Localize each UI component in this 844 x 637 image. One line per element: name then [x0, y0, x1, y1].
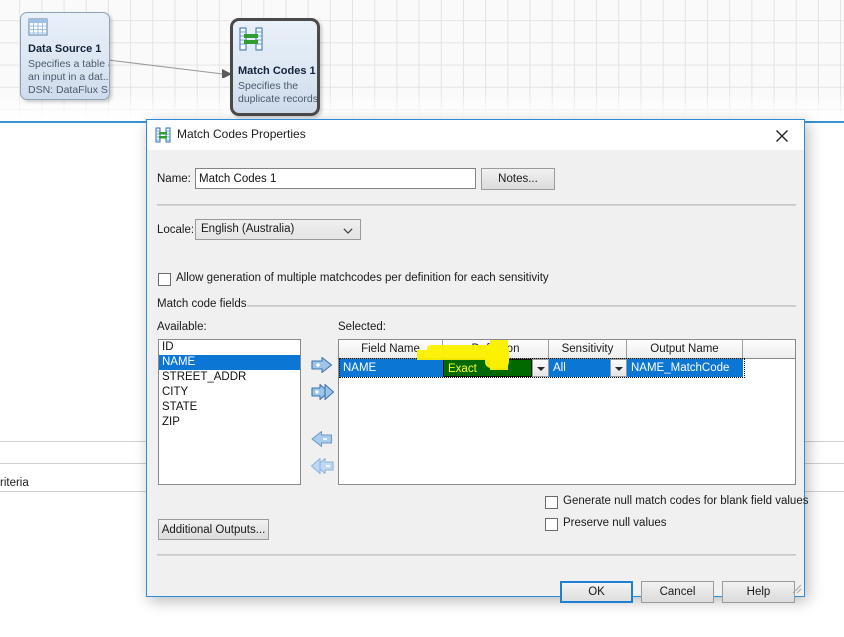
table-row[interactable]: NAME Exact All NAME_MatchCode	[339, 359, 743, 377]
checkbox-label: Generate null match codes for blank fiel…	[563, 495, 809, 507]
checkbox-box	[545, 496, 558, 509]
arrow-left-minus-icon	[311, 430, 333, 448]
list-item[interactable]: NAME	[159, 355, 300, 370]
node-desc-line: duplicate records...	[238, 93, 320, 105]
add-selected-button[interactable]	[311, 356, 333, 374]
list-item[interactable]: ID	[159, 340, 300, 355]
match-codes-properties-dialog: Match Codes Properties Name: Notes... Lo…	[146, 119, 808, 603]
help-button[interactable]: Help	[722, 581, 795, 603]
locale-label: Locale:	[157, 224, 195, 236]
node-title: Match Codes 1	[238, 65, 316, 77]
criteria-label: riteria	[0, 477, 29, 489]
group-divider	[247, 305, 796, 307]
available-list[interactable]: ID NAME STREET_ADDR CITY STATE ZIP	[158, 339, 301, 485]
close-button[interactable]	[760, 120, 804, 150]
available-label: Available:	[157, 321, 207, 333]
dialog-titlebar[interactable]: Match Codes Properties	[147, 120, 804, 150]
cell-field-name[interactable]: NAME	[339, 359, 443, 377]
remove-all-button[interactable]	[310, 457, 334, 475]
checkbox-box	[158, 273, 171, 286]
list-item[interactable]: CITY	[159, 385, 300, 400]
grid-column-header-filler	[743, 340, 795, 358]
node-desc-line: Specifies the	[238, 80, 299, 92]
double-arrow-right-plus-icon	[311, 383, 335, 401]
resize-grip[interactable]	[790, 582, 802, 594]
node-desc-line: an input in a dat...	[28, 71, 110, 83]
list-item[interactable]: STATE	[159, 400, 300, 415]
sensitivity-dropdown-button[interactable]	[610, 359, 627, 377]
name-label: Name:	[157, 173, 191, 185]
node-description: Specifies the duplicate records...	[238, 80, 320, 106]
dialog-body: Name: Notes... Locale: English (Australi…	[147, 150, 808, 603]
cell-definition-editor[interactable]: Exact	[443, 359, 532, 377]
additional-outputs-button[interactable]: Additional Outputs...	[158, 519, 269, 540]
flow-node-data-source-1[interactable]: Data Source 1 Specifies a table as an in…	[20, 12, 110, 100]
grid-column-header[interactable]: Definition	[443, 340, 549, 358]
cell-sensitivity[interactable]: All	[549, 359, 610, 377]
locale-select[interactable]: English (Australia)	[195, 219, 361, 240]
flow-connector	[108, 59, 232, 78]
ok-button[interactable]: OK	[560, 581, 633, 603]
close-icon	[776, 130, 788, 142]
cancel-button[interactable]: Cancel	[641, 581, 714, 603]
node-desc-line: Specifies a table as	[28, 58, 110, 70]
list-item[interactable]: ZIP	[159, 415, 300, 430]
grid-column-header[interactable]: Output Name	[627, 340, 743, 358]
section-divider-bottom	[157, 554, 796, 556]
node-desc-line: DSN: DataFlux S...	[28, 84, 110, 96]
match-codes-icon	[155, 127, 171, 143]
chevron-down-icon	[343, 228, 353, 234]
add-all-button[interactable]	[311, 383, 335, 401]
grid-column-header[interactable]: Field Name	[339, 340, 443, 358]
selected-label: Selected:	[338, 321, 386, 333]
checkbox-label: Allow generation of multiple matchcodes …	[176, 272, 549, 284]
chevron-down-icon	[537, 367, 545, 371]
grid-column-header[interactable]: Sensitivity	[549, 340, 627, 358]
locale-value: English (Australia)	[201, 223, 295, 235]
match-codes-icon	[239, 27, 263, 51]
list-item[interactable]: STREET_ADDR	[159, 370, 300, 385]
grid-header-row: Field Name Definition Sensitivity Output…	[339, 340, 795, 359]
arrow-right-plus-icon	[311, 356, 333, 374]
dialog-title: Match Codes Properties	[177, 127, 306, 141]
notes-button[interactable]: Notes...	[481, 168, 555, 190]
double-arrow-left-minus-icon	[310, 457, 334, 475]
screen: Data Source 1 Specifies a table as an in…	[0, 0, 844, 637]
remove-selected-button[interactable]	[311, 430, 333, 448]
checkbox-label: Preserve null values	[563, 517, 667, 529]
cell-output-name[interactable]: NAME_MatchCode	[627, 359, 743, 377]
node-description: Specifies a table as an input in a dat..…	[28, 58, 110, 97]
name-input[interactable]	[195, 168, 476, 189]
flow-node-match-codes-1[interactable]: Match Codes 1 Specifies the duplicate re…	[230, 18, 320, 116]
selected-fields-grid[interactable]: Field Name Definition Sensitivity Output…	[338, 339, 796, 485]
chevron-down-icon	[615, 367, 623, 371]
table-grid-icon	[28, 18, 48, 36]
match-code-fields-group-title: Match code fields	[157, 298, 247, 310]
checkbox-box	[545, 518, 558, 531]
node-title: Data Source 1	[28, 43, 102, 55]
definition-dropdown-button[interactable]	[532, 359, 549, 377]
section-divider-top	[157, 204, 796, 206]
